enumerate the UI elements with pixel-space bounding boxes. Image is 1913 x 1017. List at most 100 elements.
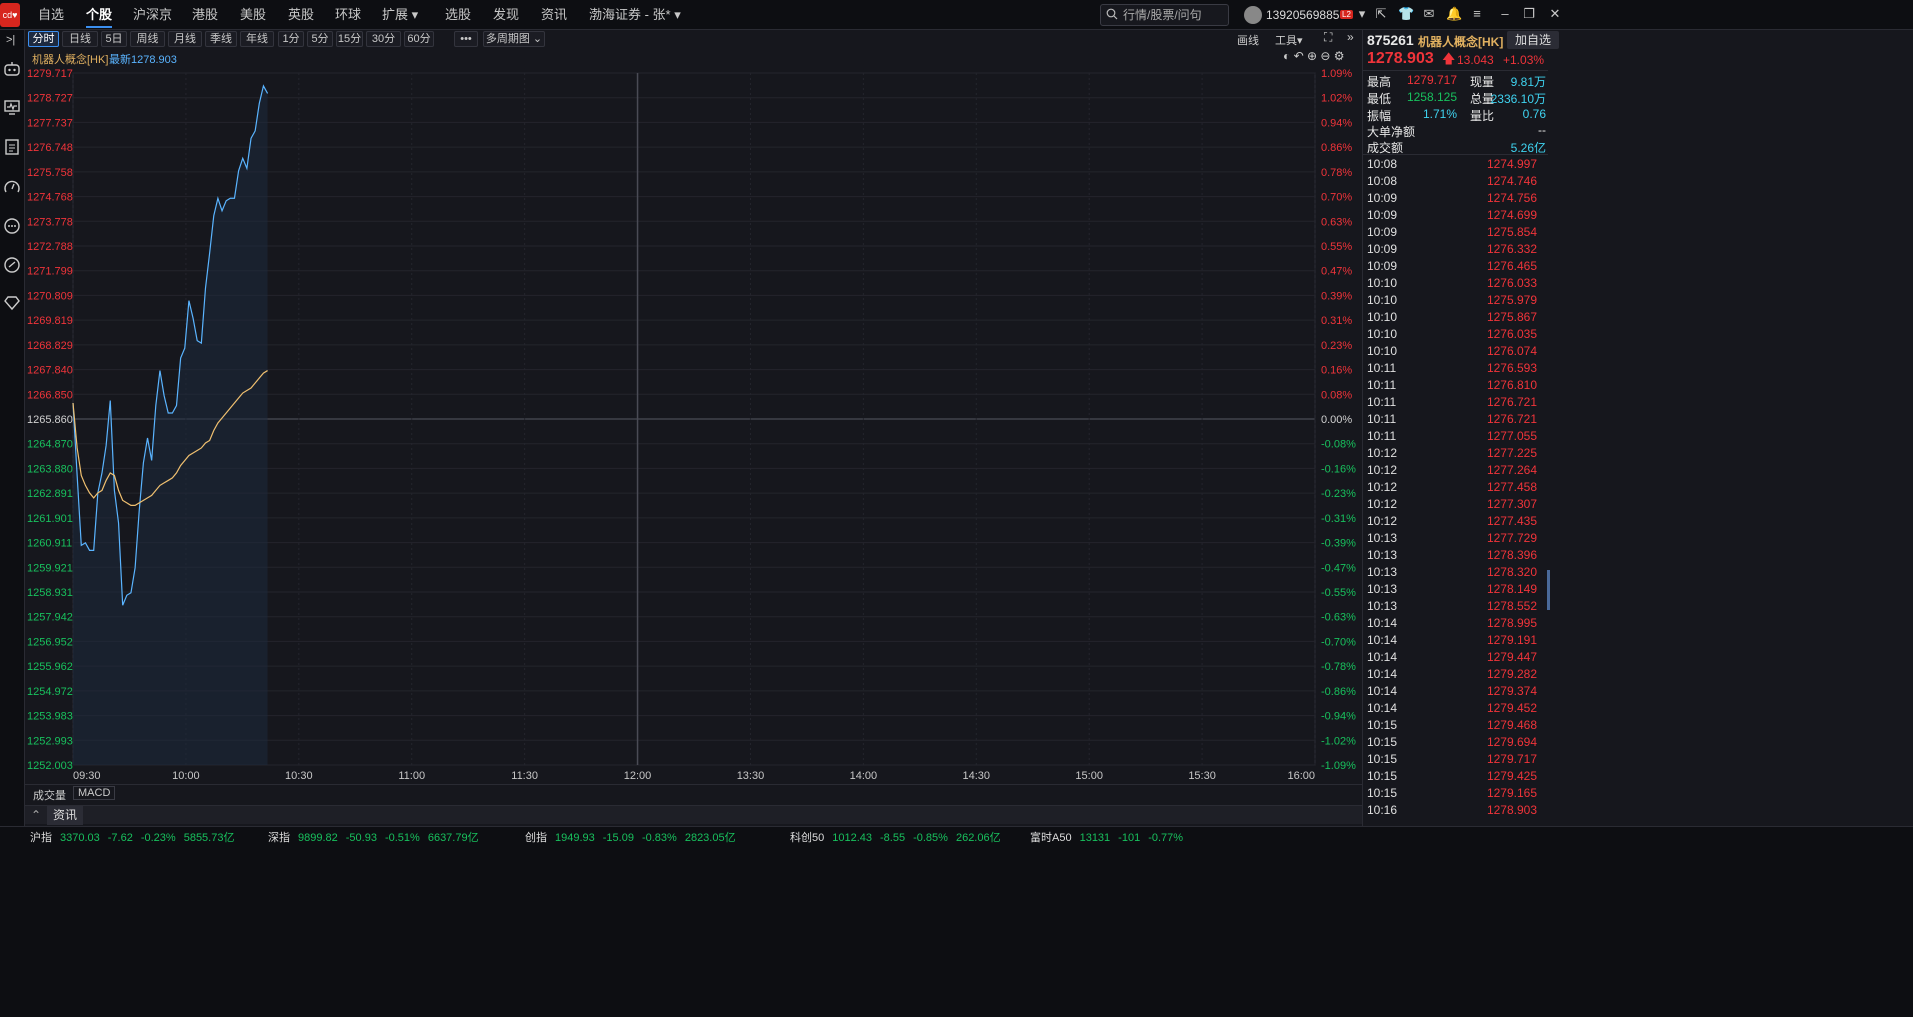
pct-tick-label: 0.63%	[1321, 216, 1352, 228]
period-button-11[interactable]: 60分	[404, 31, 434, 47]
diamond-icon[interactable]	[3, 294, 21, 312]
collapse-icon[interactable]: >|	[3, 30, 21, 48]
tick-price: 1278.149	[1486, 582, 1537, 596]
scrollbar[interactable]	[1547, 570, 1550, 610]
nav-item-3[interactable]: 港股	[192, 0, 218, 30]
pct-tick-label: -0.70%	[1321, 636, 1356, 648]
stat-value: 1.71%	[1422, 107, 1457, 121]
fullscreen-icon[interactable]: ⛶	[1324, 30, 1332, 45]
draw-line-button[interactable]: 画线	[1237, 32, 1259, 48]
nav-item-11[interactable]: 渤海证券 - 张* ▾	[589, 0, 681, 30]
tab-news[interactable]: 资讯	[47, 806, 84, 825]
minimize-icon[interactable]: –	[1498, 6, 1512, 22]
tools-menu[interactable]: 工具▾	[1275, 32, 1303, 48]
tick-row: 10:11 1276.593	[1367, 360, 1537, 377]
shirt-icon[interactable]: 👕	[1398, 6, 1414, 22]
index-c: -7.62	[107, 832, 133, 844]
x-tick-label: 14:00	[850, 770, 878, 782]
news-bar: ⌃ 资讯	[25, 805, 1362, 825]
pct-tick-label: 0.31%	[1321, 315, 1352, 327]
tick-price: 1275.854	[1486, 225, 1537, 239]
period-button-8[interactable]: 5分	[307, 31, 333, 47]
nav-item-5[interactable]: 英股	[288, 0, 314, 30]
index-item[interactable]: 深指 9899.82 -50.93 -0.51% 6637.79亿	[268, 829, 487, 845]
period-button-6[interactable]: 年线	[240, 31, 274, 47]
tick-price: 1278.552	[1486, 599, 1537, 613]
nav-item-7[interactable]: 扩展 ▾	[382, 0, 418, 30]
index-a: 6637.79亿	[427, 832, 479, 844]
index-item[interactable]: 沪指 3370.03 -7.62 -0.23% 5855.73亿	[30, 829, 242, 845]
period-button-1[interactable]: 日线	[62, 31, 98, 47]
search-input[interactable]: 行情/股票/问句	[1100, 4, 1229, 26]
index-item[interactable]: 富时A50 13131 -101 -0.77%	[1030, 829, 1199, 845]
export-icon[interactable]: ⇱	[1374, 6, 1388, 22]
pct-tick-label: -1.02%	[1321, 735, 1356, 747]
menu-icon[interactable]: ≡	[1470, 6, 1484, 22]
tick-price: 1275.867	[1486, 310, 1537, 324]
tab-macd[interactable]: MACD	[73, 786, 116, 800]
index-a: 262.06亿	[955, 832, 1001, 844]
y-tick-label: 1252.003	[27, 760, 73, 772]
notes-icon[interactable]	[3, 138, 21, 156]
nav-item-1[interactable]: 个股	[86, 0, 113, 30]
restore-icon[interactable]: ❐	[1522, 6, 1536, 22]
tick-time: 10:13	[1367, 599, 1398, 613]
nav-item-0[interactable]: 自选	[38, 0, 64, 30]
pct-tick-label: 0.47%	[1321, 266, 1352, 278]
chevron-down-icon[interactable]: ▾	[1355, 6, 1369, 22]
period-button-2[interactable]: 5日	[101, 31, 127, 47]
tick-row: 10:13 1278.396	[1367, 547, 1537, 564]
period-button-4[interactable]: 月线	[168, 31, 202, 47]
chart-toolbar: 分时 日线 5日 周线 月线 季线 年线 1分 5分 15分 30分 60分 ••• 多周期图 ⌄ 画线 工具…	[25, 30, 1362, 48]
index-item[interactable]: 科创50 1012.43 -8.55 -0.85% 262.06亿	[790, 829, 1009, 845]
tick-time: 10:13	[1367, 565, 1398, 579]
tick-price: 1276.810	[1486, 378, 1537, 392]
nav-item-9[interactable]: 发现	[493, 0, 519, 30]
add-watchlist-button[interactable]: 加自选	[1507, 31, 1559, 49]
nav-item-4[interactable]: 美股	[240, 0, 266, 30]
expand-icon[interactable]: ⌃	[31, 808, 41, 822]
tick-row: 10:11 1276.810	[1367, 377, 1537, 394]
period-button-5[interactable]: 季线	[205, 31, 237, 47]
gauge-icon[interactable]	[3, 178, 21, 196]
expand-panel-icon[interactable]: »	[1347, 30, 1354, 44]
app-logo[interactable]: cd♥	[0, 3, 20, 27]
tab-volume[interactable]: 成交量	[29, 787, 70, 803]
avatar[interactable]	[1244, 6, 1262, 24]
nav-item-6[interactable]: 环球	[335, 0, 361, 30]
close-icon[interactable]: ✕	[1548, 6, 1562, 22]
nav-item-2[interactable]: 沪深京	[133, 0, 172, 30]
period-button-9[interactable]: 15分	[336, 31, 363, 47]
intraday-chart[interactable]: 机器人概念[HK] 最新1278.903 ◐ ↶ ⊕ ⊖ ⚙ 1279.717 1…	[25, 48, 1362, 784]
bell-icon[interactable]: 🔔	[1446, 6, 1462, 22]
period-button-10[interactable]: 30分	[366, 31, 401, 47]
pct-tick-label: 0.86%	[1321, 142, 1352, 154]
period-button-12[interactable]: •••	[454, 31, 478, 47]
tick-time: 10:15	[1367, 718, 1398, 732]
period-button-7[interactable]: 1分	[278, 31, 304, 47]
nav-item-8[interactable]: 选股	[445, 0, 471, 30]
tick-row: 10:13 1278.320	[1367, 564, 1537, 581]
chat-icon[interactable]	[3, 217, 21, 235]
nav-item-10[interactable]: 资讯	[541, 0, 567, 30]
tick-row: 10:10 1276.035	[1367, 326, 1537, 343]
period-button-0[interactable]: 分时	[28, 31, 59, 47]
y-tick-label: 1258.931	[27, 587, 73, 599]
tick-row: 10:11 1276.721	[1367, 394, 1537, 411]
x-tick-label: 13:30	[737, 770, 765, 782]
user-phone[interactable]: 13920569885	[1266, 8, 1339, 22]
robot-icon[interactable]	[3, 60, 21, 78]
tick-row: 10:11 1276.721	[1367, 411, 1537, 428]
tick-time: 10:12	[1367, 514, 1398, 528]
period-button-13[interactable]: 多周期图 ⌄	[483, 31, 545, 47]
pct-tick-label: 0.78%	[1321, 167, 1352, 179]
y-tick-label: 1277.737	[27, 117, 73, 129]
index-item[interactable]: 创指 1949.93 -15.09 -0.83% 2823.05亿	[525, 829, 744, 845]
index-n: 富时A50	[1030, 832, 1072, 844]
mail-icon[interactable]: ✉	[1422, 6, 1436, 22]
period-button-3[interactable]: 周线	[130, 31, 165, 47]
monitor-icon[interactable]	[3, 98, 21, 116]
link-icon[interactable]	[3, 256, 21, 274]
tick-time: 10:08	[1367, 157, 1398, 171]
x-tick-label: 11:00	[398, 770, 425, 782]
